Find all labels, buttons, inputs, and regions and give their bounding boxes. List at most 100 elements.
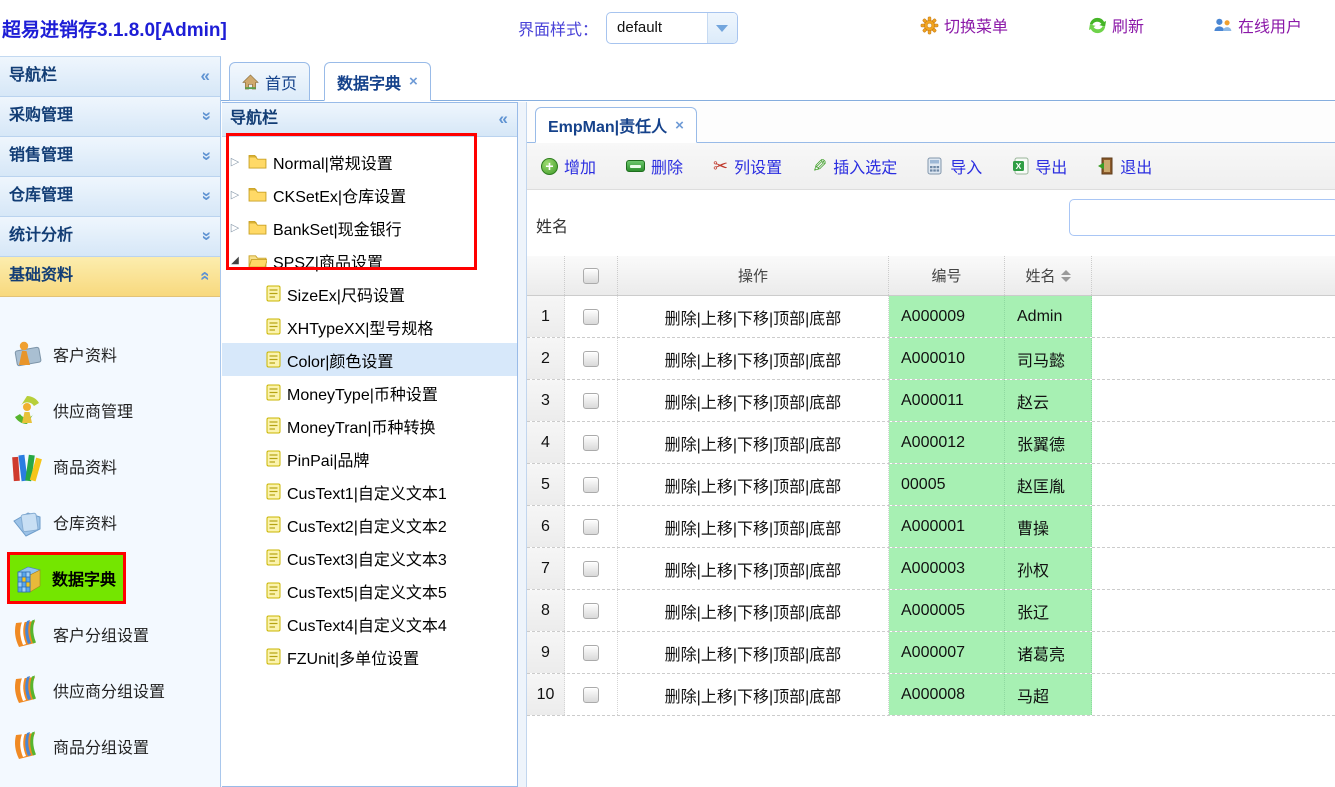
table-row[interactable]: 1 删除|上移|下移|顶部|底部 A000009 Admin bbox=[527, 296, 1335, 338]
row-actions[interactable]: 删除|上移|下移|顶部|底部 bbox=[618, 590, 889, 631]
tree-leaf-fzunit[interactable]: FZUnit|多单位设置 bbox=[222, 640, 517, 673]
name-search-input[interactable] bbox=[1069, 199, 1335, 236]
select-all-checkbox[interactable] bbox=[583, 268, 599, 284]
tree-folder-cksetex[interactable]: ▷ CKSetEx|仓库设置 bbox=[222, 178, 517, 211]
table-row[interactable]: 5 删除|上移|下移|顶部|底部 00005 赵匡胤 bbox=[527, 464, 1335, 506]
tree-leaf-color-selected[interactable]: Color|颜色设置 bbox=[222, 343, 517, 376]
delete-button[interactable]: 删除 bbox=[626, 154, 683, 178]
close-icon[interactable]: × bbox=[675, 117, 684, 134]
theme-select[interactable]: default bbox=[606, 12, 738, 44]
sidebar-title-label: 导航栏 bbox=[9, 67, 57, 84]
tree-leaf-xhtypexx[interactable]: XHTypeXX|型号规格 bbox=[222, 310, 517, 343]
row-checkbox[interactable] bbox=[583, 393, 599, 409]
tab-empman[interactable]: EmpMan|责任人 × bbox=[535, 107, 697, 143]
close-icon[interactable]: × bbox=[409, 73, 418, 90]
table-row[interactable]: 4 删除|上移|下移|顶部|底部 A000012 张翼德 bbox=[527, 422, 1335, 464]
scissors-icon: ✂ bbox=[713, 157, 728, 175]
row-checkbox[interactable] bbox=[583, 309, 599, 325]
sort-icon[interactable] bbox=[1061, 270, 1071, 282]
add-button[interactable]: + 增加 bbox=[541, 154, 596, 178]
row-checkbox[interactable] bbox=[583, 519, 599, 535]
sidebar-item-product-groups[interactable]: 商品分组设置 bbox=[10, 720, 220, 772]
op-column-header[interactable]: 操作 bbox=[618, 256, 889, 295]
row-checkbox[interactable] bbox=[583, 687, 599, 703]
online-users-button[interactable]: 在线用户 bbox=[1213, 13, 1302, 37]
column-settings-button[interactable]: ✂ 列设置 bbox=[713, 154, 782, 178]
row-checkbox[interactable] bbox=[583, 351, 599, 367]
table-row[interactable]: 8 删除|上移|下移|顶部|底部 A000005 张辽 bbox=[527, 590, 1335, 632]
tree-leaf-custext5[interactable]: CusText5|自定义文本5 bbox=[222, 574, 517, 607]
tree-leaf-custext3[interactable]: CusText3|自定义文本3 bbox=[222, 541, 517, 574]
sidebar-item-supplier-groups[interactable]: 供应商分组设置 bbox=[10, 664, 220, 716]
tree-leaf-custext4[interactable]: CusText4|自定义文本4 bbox=[222, 607, 517, 640]
code-cell: A000012 bbox=[889, 422, 1005, 463]
insert-selected-button[interactable]: ✎ 插入选定 bbox=[812, 154, 897, 178]
tab-data-dictionary[interactable]: 数据字典 × bbox=[324, 62, 431, 101]
tab-home[interactable]: 首页 bbox=[229, 62, 310, 101]
code-cell: A000011 bbox=[889, 380, 1005, 421]
table-row[interactable]: 7 删除|上移|下移|顶部|底部 A000003 孙权 bbox=[527, 548, 1335, 590]
code-column-header[interactable]: 编号 bbox=[889, 256, 1005, 295]
theme-select-arrow-button[interactable] bbox=[707, 13, 737, 43]
table-row[interactable]: 9 删除|上移|下移|顶部|底部 A000007 诸葛亮 bbox=[527, 632, 1335, 674]
tree-folder-label: SPSZ|商品设置 bbox=[273, 249, 383, 273]
sidebar-section-sales[interactable]: 销售管理 « bbox=[0, 137, 220, 177]
table-row[interactable]: 10 删除|上移|下移|顶部|底部 A000008 马超 bbox=[527, 674, 1335, 716]
tree-expander-icon[interactable]: ▷ bbox=[228, 155, 242, 168]
tree-folder-normal[interactable]: ▷ Normal|常规设置 bbox=[222, 145, 517, 178]
tree-leaf-custext2[interactable]: CusText2|自定义文本2 bbox=[222, 508, 517, 541]
tree-folder-spsz[interactable]: ◢ SPSZ|商品设置 bbox=[222, 244, 517, 277]
tree-leaf-moneytran[interactable]: MoneyTran|币种转换 bbox=[222, 409, 517, 442]
delete-label: 删除 bbox=[651, 154, 683, 178]
switch-menu-button[interactable]: 切换菜单 bbox=[920, 13, 1008, 37]
tree-leaf-pinpai[interactable]: PinPai|品牌 bbox=[222, 442, 517, 475]
sidebar-item-customers[interactable]: 客户资料 bbox=[10, 328, 220, 380]
chevron-double-up-icon: « bbox=[186, 271, 224, 280]
row-actions[interactable]: 删除|上移|下移|顶部|底部 bbox=[618, 464, 889, 505]
collapse-left-icon[interactable]: « bbox=[499, 103, 508, 135]
name-column-header[interactable]: 姓名 bbox=[1005, 256, 1092, 295]
tree-expander-icon[interactable]: ▷ bbox=[228, 188, 242, 201]
sidebar-section-basedata[interactable]: 基础资料 « bbox=[0, 257, 220, 297]
sidebar-item-suppliers[interactable]: 供应商管理 bbox=[10, 384, 220, 436]
section-label: 销售管理 bbox=[9, 147, 73, 164]
sidebar-title[interactable]: 导航栏 « bbox=[0, 57, 220, 97]
row-actions[interactable]: 删除|上移|下移|顶部|底部 bbox=[618, 296, 889, 337]
tree-expander-icon[interactable]: ▷ bbox=[228, 221, 242, 234]
table-row[interactable]: 6 删除|上移|下移|顶部|底部 A000001 曹操 bbox=[527, 506, 1335, 548]
export-button[interactable]: X 导出 bbox=[1012, 154, 1067, 178]
table-row[interactable]: 3 删除|上移|下移|顶部|底部 A000011 赵云 bbox=[527, 380, 1335, 422]
row-actions[interactable]: 删除|上移|下移|顶部|底部 bbox=[618, 674, 889, 715]
sidebar-section-warehouse[interactable]: 仓库管理 « bbox=[0, 177, 220, 217]
row-checkbox[interactable] bbox=[583, 645, 599, 661]
row-actions[interactable]: 删除|上移|下移|顶部|底部 bbox=[618, 422, 889, 463]
row-number: 5 bbox=[527, 464, 565, 505]
row-actions[interactable]: 删除|上移|下移|顶部|底部 bbox=[618, 506, 889, 547]
row-checkbox[interactable] bbox=[583, 603, 599, 619]
tree-leaf-sizeex[interactable]: SizeEx|尺码设置 bbox=[222, 277, 517, 310]
table-row[interactable]: 2 删除|上移|下移|顶部|底部 A000010 司马懿 bbox=[527, 338, 1335, 380]
tree-leaf-moneytype[interactable]: MoneyType|币种设置 bbox=[222, 376, 517, 409]
tree-expander-open-icon[interactable]: ◢ bbox=[228, 255, 242, 266]
sidebar-section-purchase[interactable]: 采购管理 « bbox=[0, 97, 220, 137]
collapse-left-icon[interactable]: « bbox=[201, 57, 210, 95]
row-checkbox[interactable] bbox=[583, 435, 599, 451]
panel-splitter[interactable] bbox=[518, 102, 527, 787]
row-actions[interactable]: 删除|上移|下移|顶部|底部 bbox=[618, 632, 889, 673]
import-button[interactable]: 导入 bbox=[927, 154, 982, 178]
sidebar-item-warehouses[interactable]: 仓库资料 bbox=[10, 496, 220, 548]
row-actions[interactable]: 删除|上移|下移|顶部|底部 bbox=[618, 338, 889, 379]
sidebar-item-customer-groups[interactable]: 客户分组设置 bbox=[10, 608, 220, 660]
row-actions[interactable]: 删除|上移|下移|顶部|底部 bbox=[618, 380, 889, 421]
row-checkbox[interactable] bbox=[583, 477, 599, 493]
row-number: 4 bbox=[527, 422, 565, 463]
row-actions[interactable]: 删除|上移|下移|顶部|底部 bbox=[618, 548, 889, 589]
tree-leaf-custext1[interactable]: CusText1|自定义文本1 bbox=[222, 475, 517, 508]
sidebar-section-stats[interactable]: 统计分析 « bbox=[0, 217, 220, 257]
refresh-button[interactable]: 刷新 bbox=[1088, 13, 1144, 37]
sidebar-item-products[interactable]: 商品资料 bbox=[10, 440, 220, 492]
row-checkbox[interactable] bbox=[583, 561, 599, 577]
sidebar-item-data-dictionary[interactable]: 数据字典 bbox=[7, 552, 126, 604]
exit-button[interactable]: 退出 bbox=[1097, 154, 1152, 178]
tree-folder-bankset[interactable]: ▷ BankSet|现金银行 bbox=[222, 211, 517, 244]
